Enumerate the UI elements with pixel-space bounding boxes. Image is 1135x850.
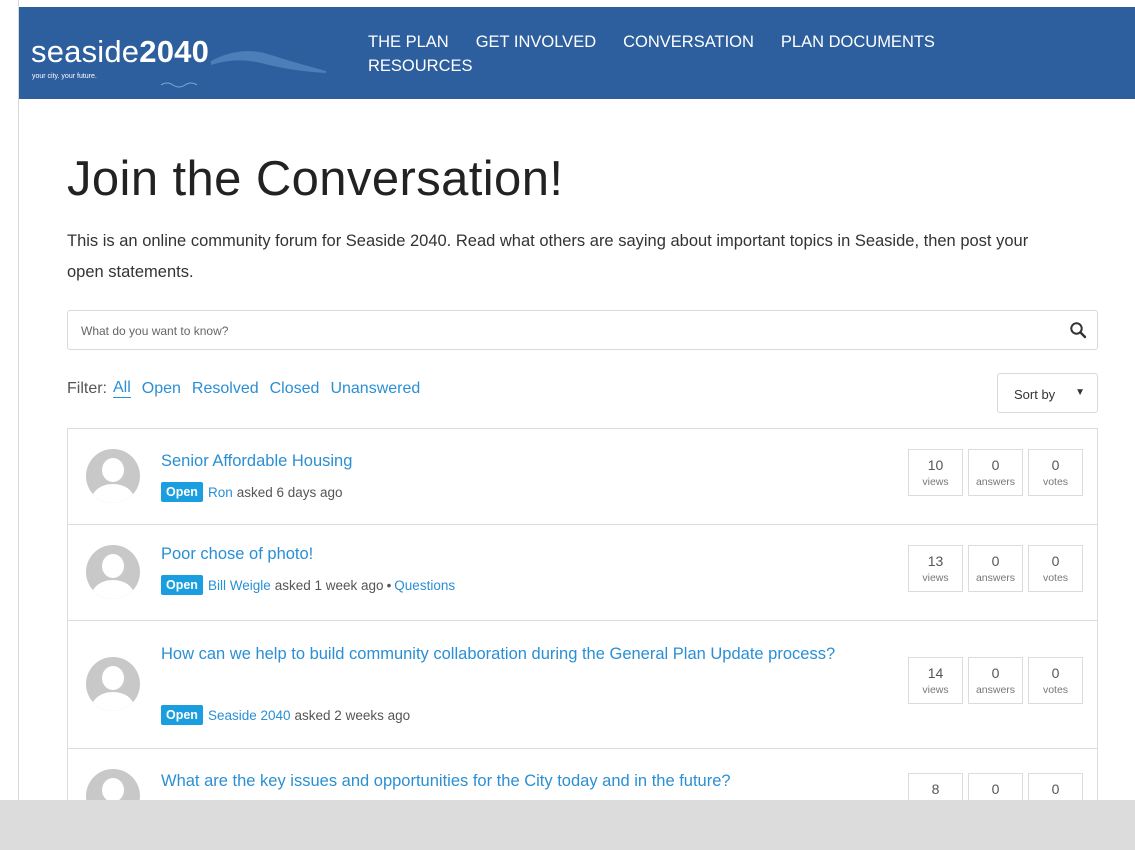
avatar-head <box>102 666 124 690</box>
question-list: Senior Affordable Housing Open Ron asked… <box>67 428 1098 849</box>
author-link[interactable]: Seaside 2040 <box>208 708 291 723</box>
votes-count: 0 <box>1051 457 1060 473</box>
views-count: 13 <box>927 553 944 569</box>
nav-row-1: THE PLAN GET INVOLVED CONVERSATION PLAN … <box>368 30 1068 54</box>
page-intro: This is an online community forum for Se… <box>67 232 1029 281</box>
site-logo[interactable]: seaside2040 your city. your future. <box>31 35 341 95</box>
main-nav: THE PLAN GET INVOLVED CONVERSATION PLAN … <box>368 30 1068 78</box>
filter-all[interactable]: All <box>113 379 131 398</box>
filter-bar: Filter: All Open Resolved Closed Unanswe… <box>67 379 431 398</box>
question-meta: Open Ron asked 6 days ago <box>161 482 343 502</box>
votes-label: votes <box>1042 476 1069 488</box>
views-count: 10 <box>927 457 944 473</box>
avatar-shoulders <box>92 692 134 711</box>
site-header: seaside2040 your city. your future. THE … <box>19 7 1135 99</box>
question-stats: 14 views 0 answers 0 votes <box>908 657 1088 704</box>
status-badge: Open <box>161 575 203 595</box>
votes-count: 0 <box>1051 781 1060 797</box>
views-label: views <box>922 476 949 488</box>
nav-conversation[interactable]: CONVERSATION <box>623 33 754 52</box>
page-left-border <box>18 0 19 850</box>
question-title[interactable]: Senior Affordable Housing <box>161 446 352 476</box>
answers-count: 0 <box>991 781 1000 797</box>
answers-count: 0 <box>991 553 1000 569</box>
avatar-shoulders <box>92 580 134 599</box>
question-row: Senior Affordable Housing Open Ron asked… <box>68 429 1097 525</box>
avatar-head <box>102 778 124 802</box>
question-meta: Open Seaside 2040 asked 2 weeks ago <box>161 705 410 725</box>
asked-time: asked 6 days ago <box>236 484 343 500</box>
views-label: views <box>922 684 949 696</box>
views-count: 14 <box>927 665 944 681</box>
avatar <box>86 657 140 711</box>
answers-label: answers <box>975 572 1016 584</box>
avatar-shoulders <box>92 484 134 503</box>
nav-get-involved[interactable]: GET INVOLVED <box>476 33 596 52</box>
caret-down-icon: ▼ <box>1075 387 1085 398</box>
asked-time: asked 2 weeks ago <box>294 707 411 723</box>
meta-separator: • <box>386 577 392 593</box>
avatar-head <box>102 554 124 578</box>
filter-resolved[interactable]: Resolved <box>192 380 259 398</box>
votes-stat: 0 votes <box>1028 545 1083 592</box>
avatar-head <box>102 458 124 482</box>
views-stat: 10 views <box>908 449 963 496</box>
filter-open[interactable]: Open <box>142 380 181 398</box>
votes-stat: 0 votes <box>1028 657 1083 704</box>
search-bar <box>67 310 1098 350</box>
answers-stat: 0 answers <box>968 657 1023 704</box>
avatar <box>86 545 140 599</box>
asked-time: asked 1 week ago <box>274 577 384 593</box>
category-link[interactable]: Questions <box>394 578 455 593</box>
question-stats: 10 views 0 answers 0 votes <box>908 449 1088 496</box>
nav-plan-documents[interactable]: PLAN DOCUMENTS <box>781 33 935 52</box>
author-link[interactable]: Ron <box>208 485 233 500</box>
page-title: Join the Conversation! <box>67 152 564 206</box>
sort-dropdown[interactable]: Sort by ▼ <box>997 373 1098 413</box>
avatar <box>86 449 140 503</box>
answers-stat: 0 answers <box>968 545 1023 592</box>
status-badge: Open <box>161 705 203 725</box>
answers-label: answers <box>975 476 1016 488</box>
filter-label: Filter: <box>67 379 107 397</box>
question-meta: Open Bill Weigle asked 1 week ago • Ques… <box>161 575 455 595</box>
browser-frame: seaside2040 your city. your future. THE … <box>0 0 1135 850</box>
question-row: How can we help to build community colla… <box>68 621 1097 749</box>
votes-label: votes <box>1042 572 1069 584</box>
answers-stat: 0 answers <box>968 449 1023 496</box>
views-count: 8 <box>931 781 940 797</box>
question-title[interactable]: What are the key issues and opportunitie… <box>161 766 731 796</box>
author-link[interactable]: Bill Weigle <box>208 578 271 593</box>
nav-resources[interactable]: RESOURCES <box>368 57 473 76</box>
filter-unanswered[interactable]: Unanswered <box>330 380 420 398</box>
votes-count: 0 <box>1051 665 1060 681</box>
status-badge: Open <box>161 482 203 502</box>
sort-label: Sort by <box>1014 387 1056 402</box>
votes-count: 0 <box>1051 553 1060 569</box>
views-stat: 13 views <box>908 545 963 592</box>
question-row: Poor chose of photo! Open Bill Weigle as… <box>68 525 1097 621</box>
search-icon[interactable] <box>1069 321 1087 339</box>
answers-label: answers <box>975 684 1016 696</box>
question-title[interactable]: How can we help to build community colla… <box>161 639 841 669</box>
logo-tagline: your city. your future. <box>32 73 97 80</box>
votes-label: votes <box>1042 684 1069 696</box>
answers-count: 0 <box>991 665 1000 681</box>
search-input[interactable] <box>81 321 1041 341</box>
nav-the-plan[interactable]: THE PLAN <box>368 33 449 52</box>
views-label: views <box>922 572 949 584</box>
filter-closed[interactable]: Closed <box>270 380 320 398</box>
question-stats: 13 views 0 answers 0 votes <box>908 545 1088 592</box>
question-title[interactable]: Poor chose of photo! <box>161 539 313 569</box>
votes-stat: 0 votes <box>1028 449 1083 496</box>
nav-row-2: RESOURCES <box>368 54 1068 78</box>
views-stat: 14 views <box>908 657 963 704</box>
bottom-status-bar <box>0 800 1135 850</box>
logo-wave-icon <box>160 51 326 88</box>
answers-count: 0 <box>991 457 1000 473</box>
